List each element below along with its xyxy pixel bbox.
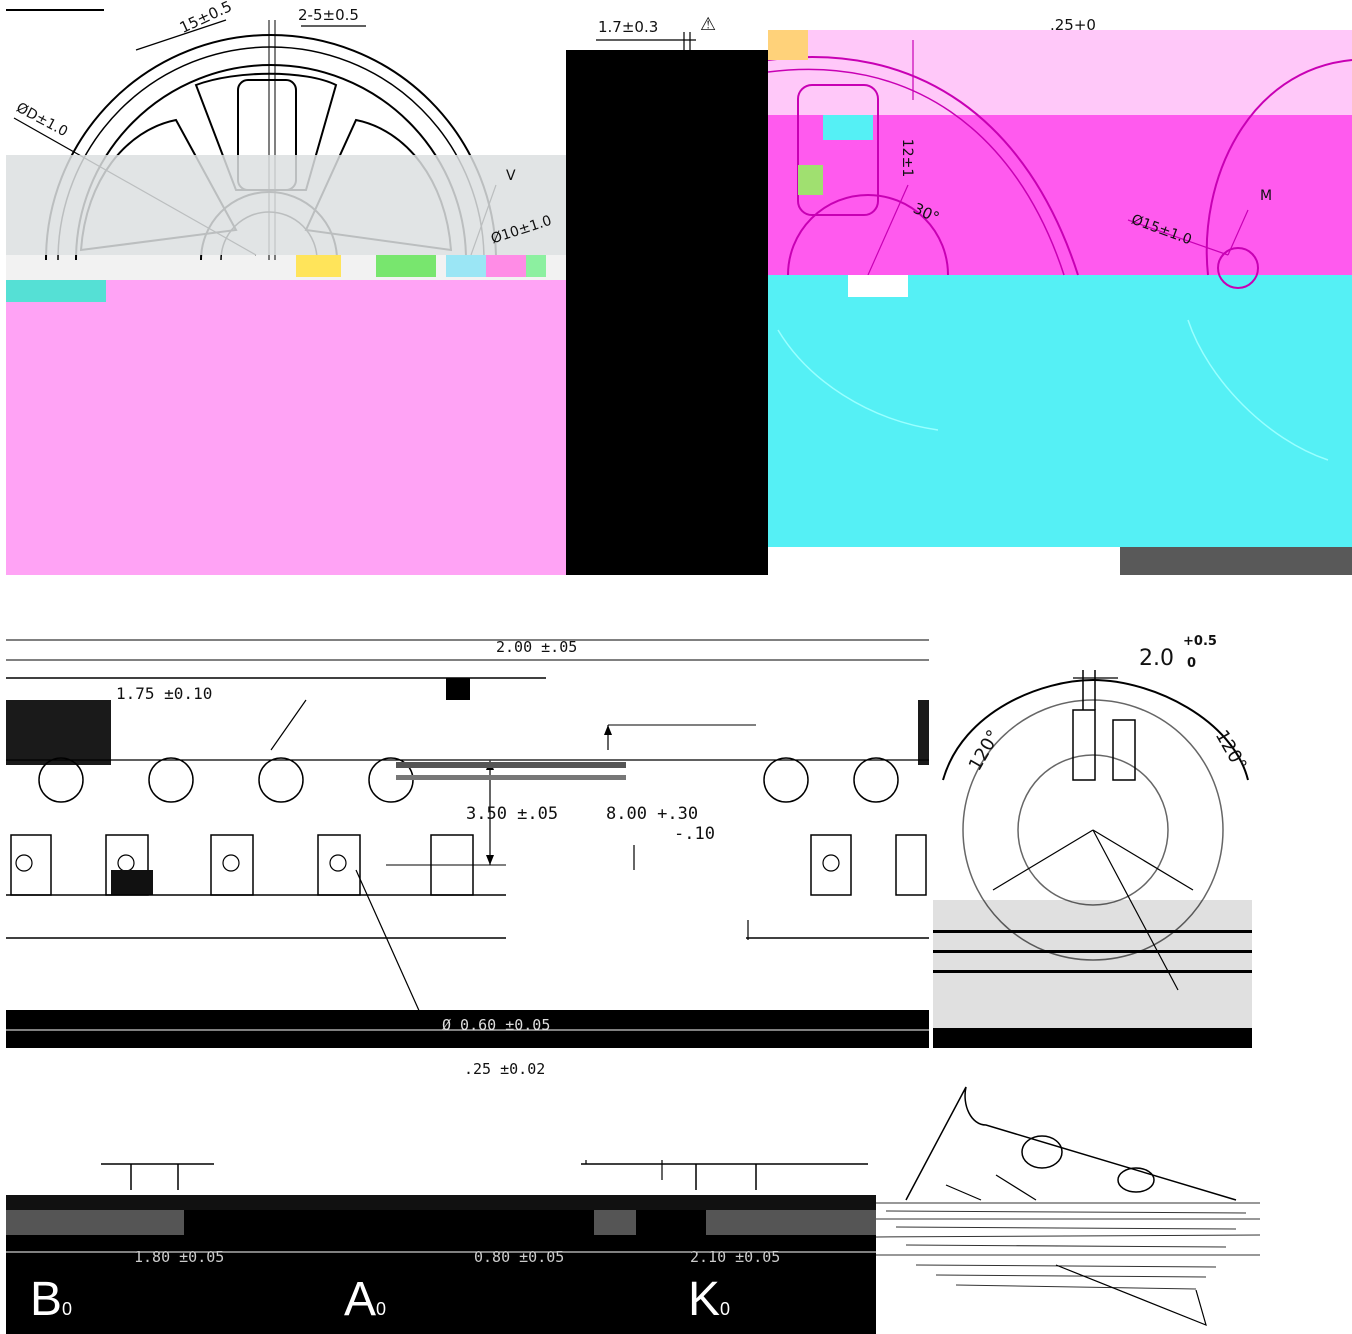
hub-detail-drawing	[933, 630, 1252, 1048]
carrier-tape-top-view: 2.00 ±.05 1.75 ±0.10 3.50 ±.05 8.00 +.30…	[6, 630, 929, 1048]
pocket-depth-dimension: 2.10 ±0.05	[690, 1248, 781, 1266]
slot-dimension: 2-5±0.5	[298, 6, 359, 24]
hole-diameter-dimension: Ø 0.60 ±0.05	[442, 1016, 551, 1034]
hub-detail-view: 2.0 +0.5 0 120° 120°	[933, 630, 1252, 1048]
edge-distance-dimension: 1.75 ±0.10	[116, 684, 213, 703]
note-m: M	[1260, 188, 1273, 204]
tape-thickness-dimension: .25 ±0.02	[464, 1060, 546, 1078]
pocket-width-dimension: 0.80 ±0.05	[474, 1248, 565, 1266]
tape-width-dimension: 8.00 +.30	[606, 804, 699, 824]
warning-icon: ⚠	[700, 14, 717, 35]
reel-sector-drawing	[876, 1085, 1260, 1334]
pocket-section-view: 1.80 ±0.05 0.80 ±0.05 2.10 ±0.05 B0 A0 K…	[6, 1160, 876, 1334]
wall-thickness-dimension: 1.7±0.3	[598, 18, 659, 36]
slot-width-dimension: 2.0	[1139, 646, 1174, 671]
reel-thickness-view: 1.7±0.3 ⚠	[566, 0, 768, 575]
slot-lower-tolerance: 0	[1187, 656, 1197, 671]
tape-width-tolerance: -.10	[674, 824, 715, 844]
reel-front-drawing	[6, 0, 566, 575]
sprocket-pitch-dimension: 3.50 ±.05	[466, 804, 559, 824]
reel-thickness-drawing	[566, 0, 768, 575]
reel-front-view: 15±0.5 2-5±0.5 ØD±1.0 Ø10±1.0 V	[6, 0, 566, 575]
pocket-section-drawing	[6, 1160, 876, 1334]
label-b0: B0	[30, 1273, 73, 1326]
pocket-length-dimension: 1.80 ±0.05	[134, 1248, 225, 1266]
vertical-dimension: 12±1	[899, 138, 916, 178]
hole-pitch-dimension: 2.00 ±.05	[496, 638, 578, 656]
note-v: V	[506, 168, 516, 184]
top-dimension: .25+0	[1050, 16, 1096, 34]
label-a0: A0	[344, 1273, 387, 1326]
reel-side-view: .25+0 30° Ø15±1.0 M 12±1	[768, 0, 1352, 575]
reel-sector-sketch	[876, 1085, 1260, 1334]
slot-upper-tolerance: +0.5	[1183, 634, 1217, 649]
reel-side-drawing	[768, 0, 1352, 575]
label-k0: K0	[688, 1273, 731, 1326]
